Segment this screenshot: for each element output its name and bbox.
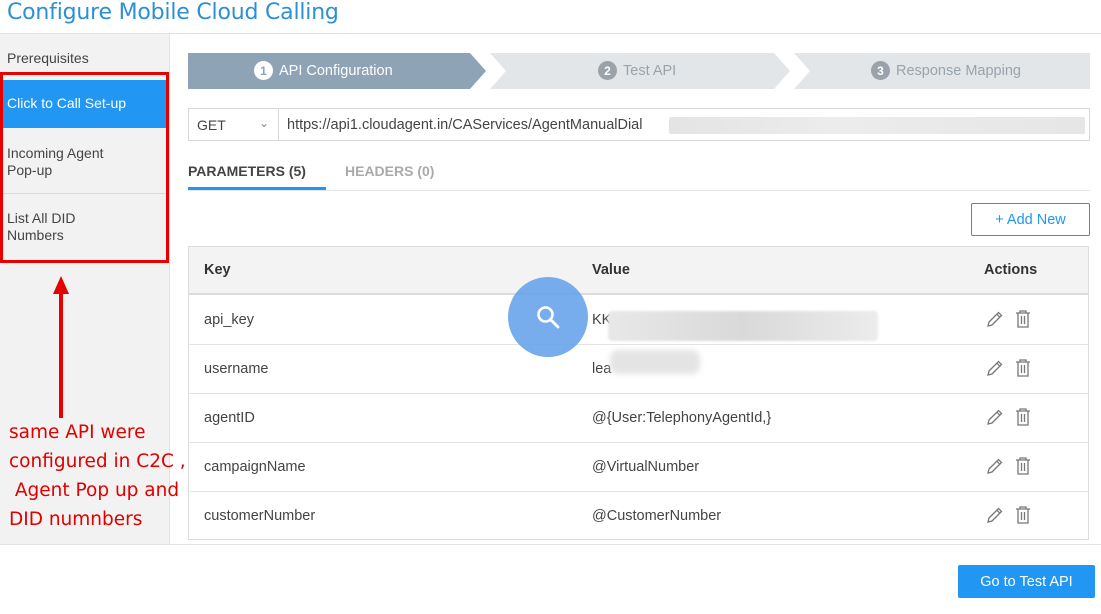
edit-icon[interactable] bbox=[985, 358, 1005, 383]
trash-icon[interactable] bbox=[1014, 358, 1032, 383]
parameters-table: Key Value Actions api_key KK username le… bbox=[188, 246, 1089, 540]
go-to-test-api-button[interactable]: Go to Test API bbox=[958, 565, 1095, 598]
edit-icon[interactable] bbox=[985, 309, 1005, 334]
edit-icon[interactable] bbox=[985, 505, 1005, 530]
param-key: customerNumber bbox=[204, 508, 316, 524]
http-method-value: GET bbox=[197, 117, 226, 133]
param-key: username bbox=[204, 361, 269, 377]
url-input[interactable]: https://api1.cloudagent.in/CAServices/Ag… bbox=[287, 117, 642, 133]
trash-icon[interactable] bbox=[1014, 456, 1032, 481]
trash-icon[interactable] bbox=[1014, 505, 1032, 530]
edit-icon[interactable] bbox=[985, 456, 1005, 481]
step-number: 1 bbox=[254, 61, 273, 80]
param-value: lea bbox=[592, 361, 612, 377]
chevron-down-icon: ⌄ bbox=[259, 116, 270, 130]
param-key: campaignName bbox=[204, 459, 306, 475]
step-number: 2 bbox=[598, 61, 617, 80]
step-api-configuration[interactable]: 1 API Configuration bbox=[254, 61, 393, 80]
annotation-highlight-box bbox=[0, 72, 169, 263]
step-label: Response Mapping bbox=[896, 62, 1021, 79]
step-response-mapping[interactable]: 3 Response Mapping bbox=[871, 61, 1021, 80]
redacted-value bbox=[610, 350, 700, 374]
trash-icon[interactable] bbox=[1014, 407, 1032, 432]
tabs-divider bbox=[188, 190, 1090, 191]
http-method-select[interactable]: GET ⌄ bbox=[189, 109, 279, 140]
edit-icon[interactable] bbox=[985, 407, 1005, 432]
redacted-value bbox=[608, 311, 878, 341]
search-icon[interactable] bbox=[508, 277, 588, 357]
table-header: Key Value Actions bbox=[189, 247, 1088, 295]
annotation-arrow-icon bbox=[53, 276, 69, 418]
table-row: campaignName @VirtualNumber bbox=[189, 443, 1088, 492]
page-title: Configure Mobile Cloud Calling bbox=[7, 0, 339, 25]
footer-divider bbox=[0, 544, 1101, 545]
table-row: customerNumber @CustomerNumber bbox=[189, 492, 1088, 541]
table-row: agentID @{User:TelephonyAgentId,} bbox=[189, 394, 1088, 443]
tab-headers[interactable]: HEADERS (0) bbox=[345, 163, 434, 179]
param-key: api_key bbox=[204, 312, 254, 328]
column-header-key: Key bbox=[204, 262, 231, 278]
step-test-api[interactable]: 2 Test API bbox=[598, 61, 676, 80]
add-new-button[interactable]: + Add New bbox=[971, 203, 1090, 236]
param-value: @VirtualNumber bbox=[592, 459, 700, 475]
param-value: @CustomerNumber bbox=[592, 508, 722, 524]
request-url-bar: GET ⌄ https://api1.cloudagent.in/CAServi… bbox=[188, 108, 1090, 141]
column-header-actions: Actions bbox=[984, 262, 1038, 278]
step-label: API Configuration bbox=[279, 62, 393, 79]
stepper: 1 API Configuration 2 Test API 3 Respons… bbox=[188, 53, 1090, 89]
step-number: 3 bbox=[871, 61, 890, 80]
step-label: Test API bbox=[623, 62, 677, 79]
trash-icon[interactable] bbox=[1014, 309, 1032, 334]
column-header-value: Value bbox=[592, 262, 630, 278]
redacted-url-tail bbox=[669, 117, 1085, 134]
annotation-note: same API were configured in C2C , Agent … bbox=[9, 422, 186, 530]
sidebar-item-prerequisites[interactable]: Prerequisites bbox=[0, 50, 168, 67]
tab-parameters[interactable]: PARAMETERS (5) bbox=[188, 163, 306, 179]
param-value: @{User:TelephonyAgentId,} bbox=[592, 410, 772, 426]
param-key: agentID bbox=[204, 410, 255, 426]
